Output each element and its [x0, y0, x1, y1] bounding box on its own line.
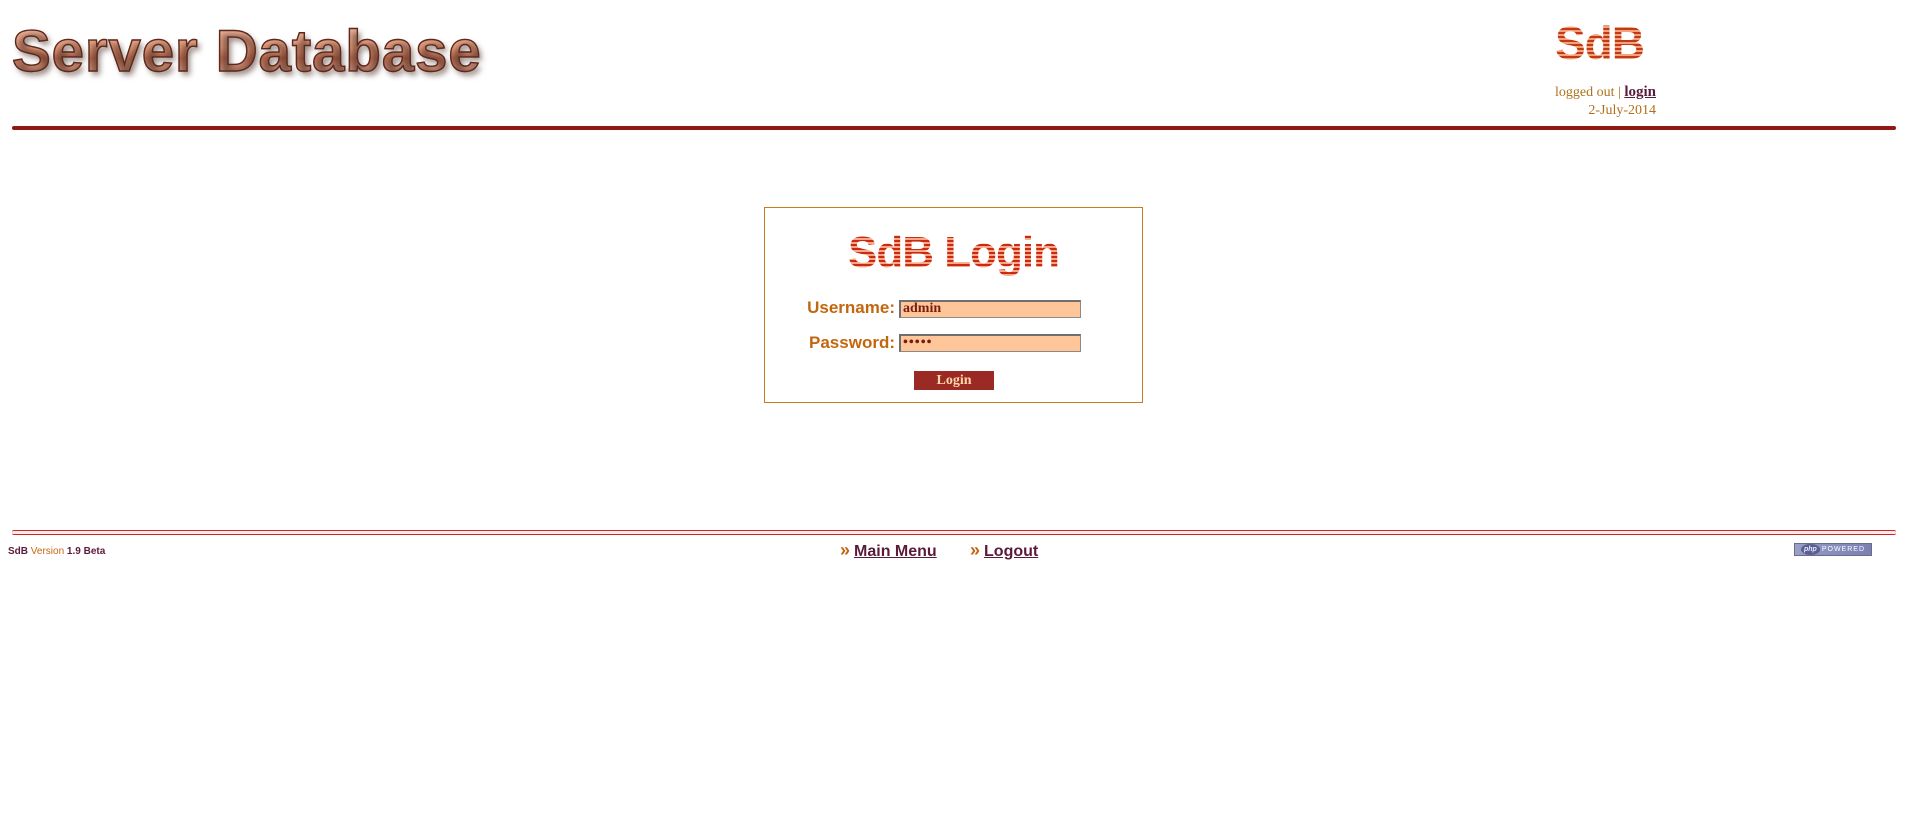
status-text: logged out |	[1555, 85, 1625, 100]
version-number: 1.9 Beta	[64, 546, 106, 557]
brand-logo: SdB	[1555, 17, 1645, 69]
header-login-link[interactable]: login	[1624, 84, 1656, 100]
current-date: 2-July-2014	[1588, 103, 1656, 118]
header-divider	[12, 126, 1896, 130]
password-input[interactable]: •••••	[899, 334, 1081, 352]
version-info: SdB Version 1.9 Beta	[8, 546, 105, 557]
login-button[interactable]: Login	[914, 371, 994, 390]
footer-nav-main-menu: » Main Menu	[840, 540, 937, 561]
login-heading: SdB Login	[765, 228, 1142, 278]
version-prefix: SdB	[8, 546, 31, 557]
php-logo-icon: php	[1801, 544, 1820, 555]
footer-divider	[12, 530, 1896, 535]
logout-link[interactable]: Logout	[984, 543, 1038, 560]
php-powered-badge[interactable]: php POWERED	[1794, 543, 1872, 556]
double-arrow-icon: »	[840, 540, 851, 560]
site-logo-title: Server Database	[11, 18, 482, 84]
login-panel: SdB Login Username: admin Password: ••••…	[764, 207, 1143, 403]
footer-nav-logout: » Logout	[970, 540, 1038, 561]
username-label: Username:	[807, 298, 895, 317]
main-menu-link[interactable]: Main Menu	[854, 543, 937, 560]
username-input[interactable]: admin	[899, 300, 1081, 318]
double-arrow-icon: »	[970, 540, 981, 560]
version-word: Version	[30, 546, 65, 557]
login-status: logged out | login	[1555, 84, 1656, 101]
powered-text: POWERED	[1821, 546, 1865, 553]
password-label: Password:	[809, 333, 895, 352]
